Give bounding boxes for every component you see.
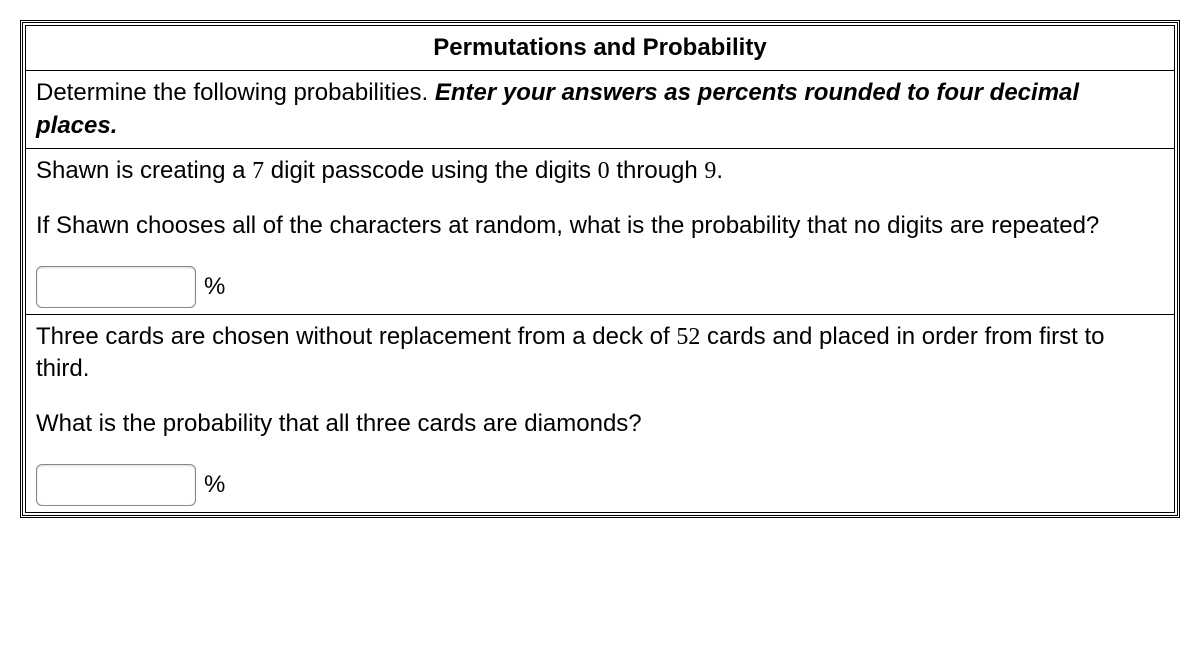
q1-unit: %	[204, 271, 225, 303]
q1-answer-row: %	[36, 266, 1164, 308]
q1-answer-input[interactable]	[36, 266, 196, 308]
q1-setup-pre: Shawn is creating a	[36, 157, 252, 184]
q1-setup-mid: digit passcode using the digits	[264, 157, 598, 184]
worksheet-title: Permutations and Probability	[26, 26, 1175, 71]
q2-deck-size: 52	[676, 324, 700, 350]
q1-prompt: If Shawn chooses all of the characters a…	[36, 210, 1164, 242]
q1-digit-hi: 9	[704, 158, 716, 184]
q2-setup-pre: Three cards are chosen without replaceme…	[36, 323, 676, 350]
instructions-cell: Determine the following probabilities. E…	[26, 71, 1175, 149]
q1-setup-mid2: through	[610, 157, 705, 184]
worksheet-frame: Permutations and Probability Determine t…	[20, 20, 1180, 518]
q2-unit: %	[204, 469, 225, 501]
q2-setup: Three cards are chosen without replaceme…	[36, 321, 1164, 386]
worksheet-table: Permutations and Probability Determine t…	[25, 25, 1175, 513]
q1-n-digits: 7	[252, 158, 264, 184]
q1-setup-post: .	[716, 157, 723, 184]
q1-setup: Shawn is creating a 7 digit passcode usi…	[36, 155, 1164, 187]
q1-digit-lo: 0	[598, 158, 610, 184]
q2-answer-input[interactable]	[36, 464, 196, 506]
q2-prompt: What is the probability that all three c…	[36, 408, 1164, 440]
question-1-cell: Shawn is creating a 7 digit passcode usi…	[26, 149, 1175, 315]
q2-answer-row: %	[36, 464, 1164, 506]
question-2-cell: Three cards are chosen without replaceme…	[26, 314, 1175, 512]
instructions-lead: Determine the following probabilities.	[36, 79, 435, 106]
